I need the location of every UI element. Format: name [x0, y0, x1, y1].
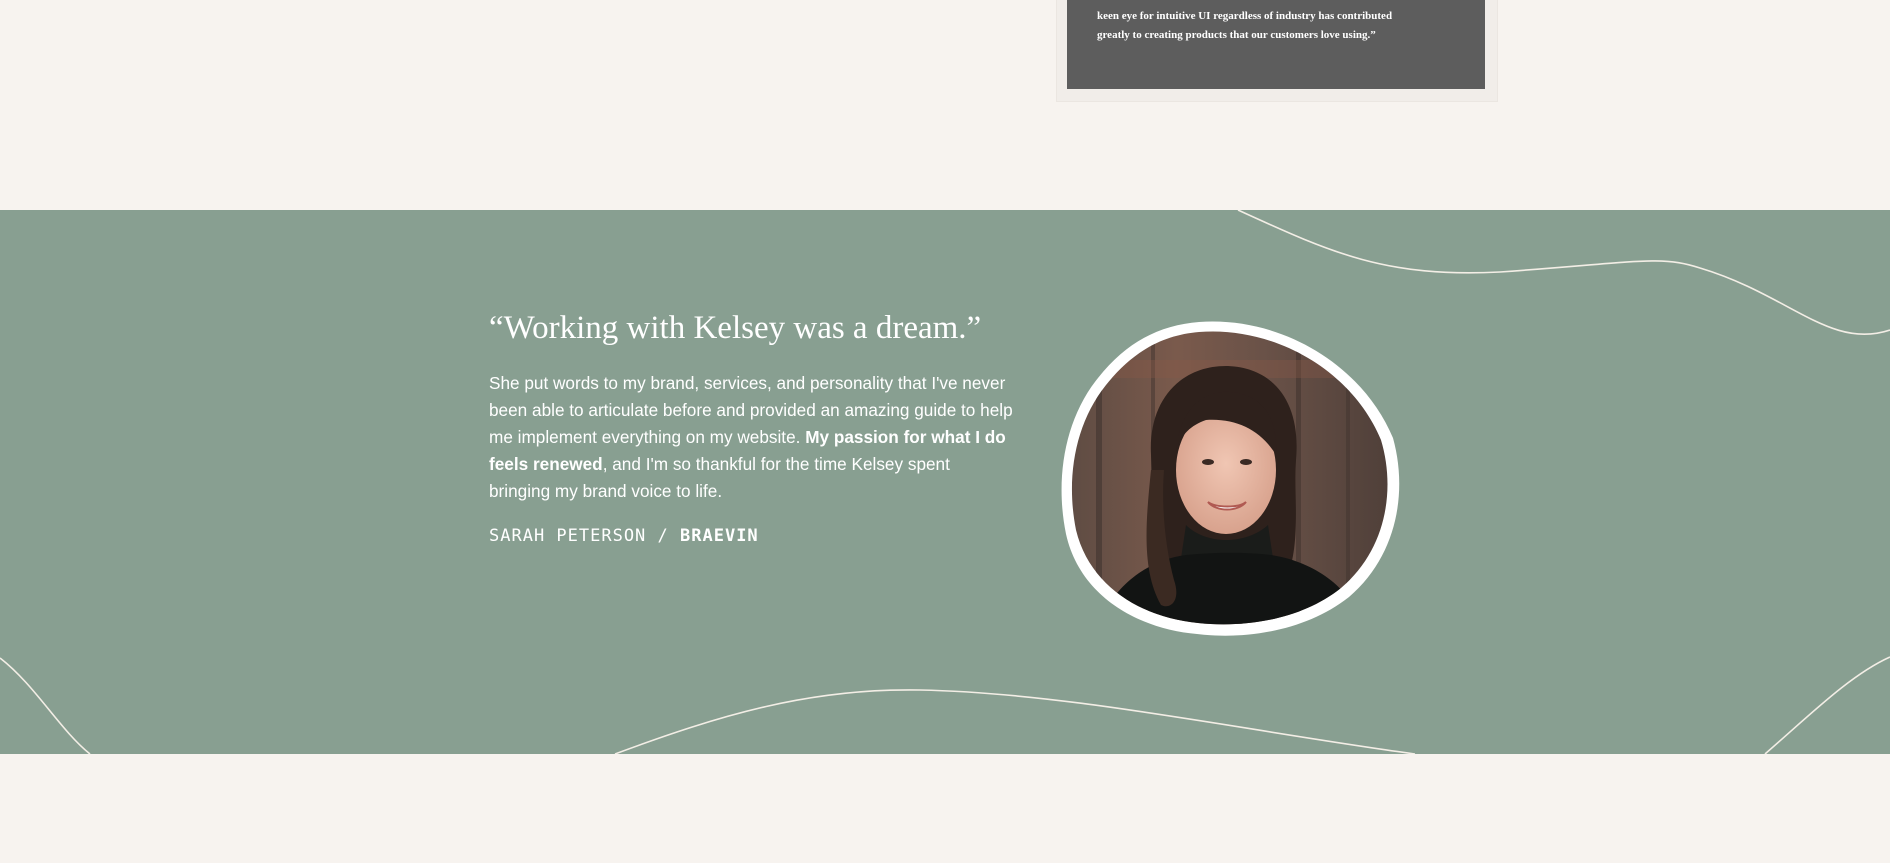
- testimonial-attribution: SARAH PETERSON / BRAEVIN: [489, 526, 759, 546]
- author-company: BRAEVIN: [680, 526, 759, 546]
- author-name: SARAH PETERSON: [489, 526, 647, 546]
- portrait-photo: [1061, 321, 1400, 636]
- testimonial-headline: “Working with Kelsey was a dream.”: [489, 310, 982, 346]
- testimonial-section: “Working with Kelsey was a dream.” She p…: [0, 210, 1890, 754]
- attribution-separator: /: [646, 526, 681, 546]
- previous-testimonial-text: keen eye for intuitive UI regardless of …: [1097, 10, 1393, 41]
- testimonial-body: She put words to my brand, services, and…: [489, 370, 1014, 505]
- previous-testimonial-card: keen eye for intuitive UI regardless of …: [1056, 0, 1498, 102]
- previous-testimonial-panel: keen eye for intuitive UI regardless of …: [1067, 0, 1485, 89]
